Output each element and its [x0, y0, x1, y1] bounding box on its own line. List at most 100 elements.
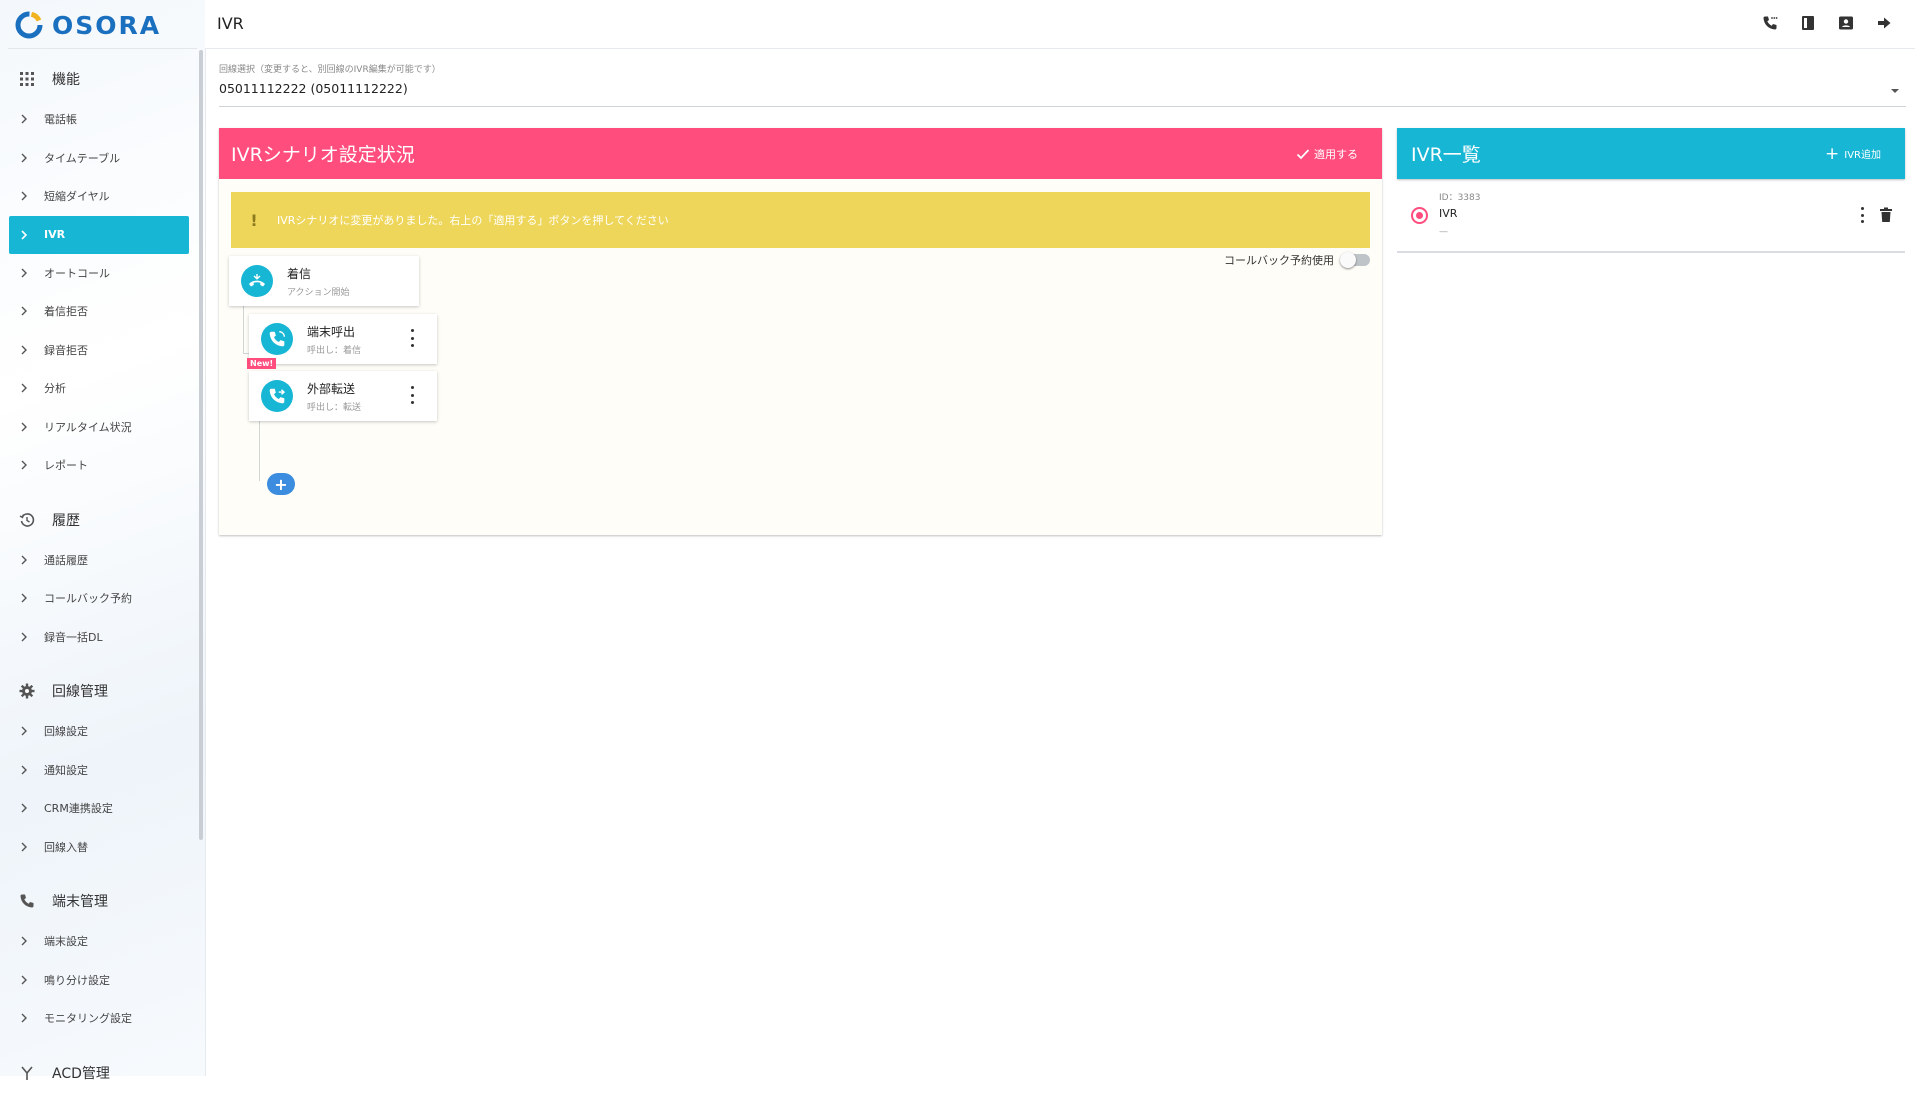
sidebar-item-report[interactable]: レポート: [0, 446, 200, 485]
sidebar-item-label: IVR: [44, 228, 66, 241]
osora-logo[interactable]: OSORA: [14, 8, 161, 42]
chevron-right-icon: [21, 975, 27, 985]
chevron-right-icon: [21, 191, 27, 201]
chevron-right-icon: [21, 306, 27, 316]
sidebar-item-label: 着信拒否: [44, 305, 88, 319]
sidebar-item-analysis[interactable]: 分析: [0, 369, 200, 408]
chevron-right-icon: [21, 114, 27, 124]
exclamation-icon: !: [250, 210, 258, 230]
flow-connector: [243, 306, 244, 353]
grid-icon: [16, 68, 38, 90]
sidebar-item-label: タイムテーブル: [44, 151, 121, 165]
sidebar-item-line-swap[interactable]: 回線入替: [0, 828, 200, 867]
line-select-dropdown[interactable]: 回線選択（変更すると、別回線のIVR編集が可能です） 05011112222 (…: [219, 62, 1906, 107]
history-icon: [16, 509, 38, 531]
sidebar-item-crm-settings[interactable]: CRM連携設定: [0, 789, 200, 828]
add-ivr-button[interactable]: + IVR追加: [1825, 144, 1881, 164]
sidebar-item-line-settings[interactable]: 回線設定: [0, 712, 200, 751]
apply-button-label: 適用する: [1314, 147, 1358, 161]
sidebar-item-label: 通話履歴: [44, 553, 88, 567]
sidebar-item-speed-dial[interactable]: 短縮ダイヤル: [0, 177, 200, 216]
chevron-right-icon: [21, 803, 27, 813]
sidebar-item-label: 回線設定: [44, 725, 88, 739]
callback-toggle[interactable]: [1340, 252, 1370, 268]
sidebar-item-ring-settings[interactable]: 鳴り分け設定: [0, 961, 200, 1000]
more-vertical-icon[interactable]: [409, 386, 415, 404]
warning-text: IVRシナリオに変更がありました。右上の「適用する」ボタンを押してください: [277, 214, 669, 227]
ivr-note: —: [1439, 227, 1448, 237]
node-subtitle: アクション開始: [287, 287, 350, 298]
line-select-label: 回線選択（変更すると、別回線のIVR編集が可能です）: [219, 65, 441, 75]
node-title: 外部転送: [307, 381, 356, 396]
flow-node-ring-device[interactable]: 端末呼出 呼出し：着信: [249, 314, 437, 364]
callback-reservation-toggle-row: コールバック予約使用: [1224, 252, 1370, 268]
chevron-right-icon: [21, 268, 27, 278]
sidebar-item-label: コールバック予約: [44, 592, 132, 606]
node-subtitle: 呼出し：着信: [307, 345, 362, 356]
contact-card-icon[interactable]: [1835, 12, 1857, 34]
sidebar-item-realtime[interactable]: リアルタイム状況: [0, 408, 200, 447]
sidebar-item-callback-reservation[interactable]: コールバック予約: [0, 579, 200, 618]
sidebar-item-label: 鳴り分け設定: [44, 973, 110, 987]
sidebar-item-device-settings[interactable]: 端末設定: [0, 922, 200, 961]
sidebar-item-call-block[interactable]: 着信拒否: [0, 292, 200, 331]
sidebar-item-label: モニタリング設定: [44, 1012, 132, 1026]
sidebar-item-label: 電話帳: [44, 113, 77, 127]
phone-settings-icon[interactable]: [1759, 12, 1781, 34]
top-actions: [1759, 12, 1895, 34]
brand-name: OSORA: [52, 10, 162, 40]
trash-icon[interactable]: [1879, 207, 1893, 223]
incoming-call-icon: [241, 265, 273, 297]
sidebar-item-autocall[interactable]: オートコール: [0, 254, 200, 293]
phone-icon: [16, 890, 38, 912]
chevron-right-icon: [21, 765, 27, 775]
ivr-id: ID：3383: [1439, 193, 1481, 203]
chevron-right-icon: [21, 726, 27, 736]
phone-forward-icon: [261, 380, 293, 412]
sidebar-item-phonebook[interactable]: 電話帳: [0, 100, 200, 139]
sidebar-item-label: 録音拒否: [44, 343, 88, 357]
ivr-name: IVR: [1439, 207, 1458, 220]
sidebar-section-label: 回線管理: [52, 684, 108, 700]
line-select-value[interactable]: 05011112222 (05011112222): [219, 81, 1906, 96]
more-vertical-icon[interactable]: [409, 329, 415, 347]
flow-node-external-transfer[interactable]: New! 外部転送 呼出し：転送: [247, 358, 437, 421]
osora-logo-icon: [15, 11, 43, 39]
sidebar-nav: 機能 電話帳 タイムテーブル 短縮ダイヤル IVR オートコール 着信拒否 録音…: [0, 58, 200, 1094]
check-icon: [1296, 148, 1310, 159]
logout-arrow-icon[interactable]: [1873, 12, 1895, 34]
gear-icon: [16, 680, 38, 702]
chevron-right-icon: [21, 1013, 27, 1023]
scenario-header: IVRシナリオ設定状況 適用する: [219, 128, 1382, 179]
new-badge: New!: [247, 358, 277, 369]
sidebar-item-label: 録音一括DL: [44, 630, 103, 644]
sidebar-item-monitoring-settings[interactable]: モニタリング設定: [0, 999, 200, 1038]
ivr-list-item[interactable]: ID：3383 IVR —: [1397, 185, 1905, 253]
sidebar-item-notification-settings[interactable]: 通知設定: [0, 751, 200, 790]
sidebar-item-record-block[interactable]: 録音拒否: [0, 331, 200, 370]
sidebar-item-ivr[interactable]: IVR: [9, 215, 189, 254]
sidebar-item-call-history[interactable]: 通話履歴: [0, 541, 200, 580]
sidebar-item-timetable[interactable]: タイムテーブル: [0, 139, 200, 178]
scenario-title: IVRシナリオ設定状況: [231, 144, 415, 166]
book-icon[interactable]: [1797, 12, 1819, 34]
more-vertical-icon[interactable]: [1859, 207, 1865, 223]
fork-icon: [16, 1062, 38, 1084]
ivr-select-radio[interactable]: [1411, 207, 1428, 224]
sidebar-section-label: 端末管理: [52, 894, 108, 910]
add-node-button[interactable]: +: [267, 473, 295, 495]
apply-button[interactable]: 適用する: [1295, 146, 1358, 162]
sidebar-item-recording-download[interactable]: 録音一括DL: [0, 618, 200, 657]
sidebar: OSORA 機能 電話帳 タイムテーブル 短縮ダイヤル IVR オートコール 着…: [0, 0, 206, 1082]
sidebar-section-acd-management: ACD管理: [0, 1052, 200, 1094]
chevron-right-icon: [21, 842, 27, 852]
flow-node-incoming[interactable]: 着信 アクション開始: [229, 256, 419, 306]
sidebar-section-label: 履歴: [52, 512, 80, 529]
caret-down-icon[interactable]: [1890, 86, 1900, 96]
sidebar-item-label: 短縮ダイヤル: [44, 190, 110, 204]
sidebar-section-device-management: 端末管理: [0, 880, 200, 922]
flow-connector: [259, 416, 260, 481]
chevron-right-icon: [21, 153, 27, 163]
sidebar-divider: [8, 48, 197, 49]
node-title: 着信: [287, 266, 312, 281]
